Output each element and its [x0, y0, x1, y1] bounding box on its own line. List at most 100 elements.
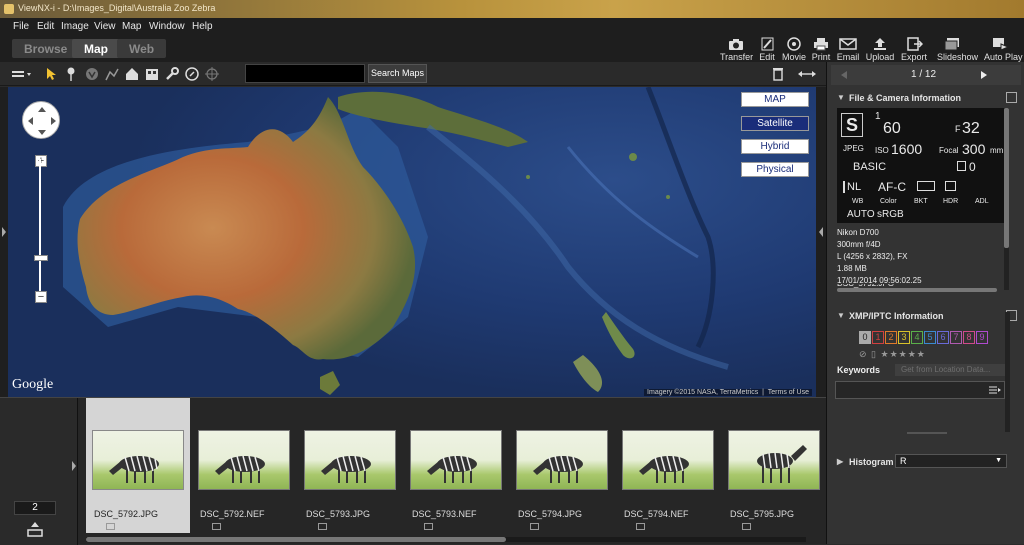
menu-edit[interactable]: Edit	[37, 21, 54, 32]
tab-web[interactable]: Web	[117, 39, 167, 58]
color-label-3[interactable]: 3	[898, 331, 910, 344]
get-from-location-button[interactable]: Get from Location Data...	[895, 364, 1007, 376]
home-tool[interactable]	[124, 66, 140, 82]
swap-panels-button[interactable]	[796, 66, 818, 82]
select-tool[interactable]	[43, 66, 59, 82]
color-label-4[interactable]: 4	[911, 331, 923, 344]
menu-file[interactable]: File	[13, 21, 29, 32]
panel-resize-grip[interactable]	[907, 432, 947, 434]
info-hscroll-thumb[interactable]	[837, 288, 997, 292]
keyword-list-icon[interactable]	[988, 384, 1002, 396]
info-scrollbar[interactable]	[1004, 108, 1009, 290]
menu-map[interactable]: Map	[122, 21, 141, 32]
camera-model: Nikon D700	[837, 228, 879, 237]
exposure-comp-icon	[957, 161, 966, 171]
shutter-denominator: 60	[883, 120, 901, 137]
transfer-button[interactable]: Transfer	[720, 37, 753, 62]
thumbnail-item[interactable]: DSC_5793.JPG	[298, 398, 402, 533]
pin-tool[interactable]	[63, 66, 79, 82]
location-tool[interactable]	[84, 66, 100, 82]
scrollbar-thumb[interactable]	[1004, 108, 1009, 248]
upload-button[interactable]: Upload	[864, 37, 896, 62]
xmp-iptc-header[interactable]: ▼ XMP/IPTC Information	[831, 307, 1021, 325]
panel-options-icon[interactable]	[1006, 92, 1017, 103]
map-type-map-button[interactable]: MAP	[741, 92, 809, 107]
track-tool[interactable]	[104, 66, 120, 82]
chevron-down-icon: ▼	[995, 457, 1002, 464]
pan-arrows-icon	[28, 107, 56, 135]
zebra-thumbnail	[410, 430, 502, 490]
tab-map[interactable]: Map	[72, 39, 120, 58]
building-tool[interactable]	[144, 66, 160, 82]
slideshow-button[interactable]: Slideshow	[937, 37, 978, 62]
title-bar: ViewNX-i - D:\Images_Digital\Australia Z…	[0, 0, 1024, 18]
map-view[interactable]: + − MAP Satellite Hybrid Physical Google…	[8, 87, 816, 397]
xmp-scrollbar[interactable]	[1005, 312, 1010, 432]
chevron-right-icon[interactable]	[70, 456, 78, 476]
map-search-input[interactable]	[245, 64, 365, 83]
menu-image[interactable]: Image	[61, 21, 89, 32]
map-type-physical-button[interactable]: Physical	[741, 162, 809, 177]
track-icon	[105, 68, 119, 81]
thumbnail-item[interactable]: DSC_5794.JPG	[510, 398, 614, 533]
thumbnail-item[interactable]: DSC_5793.NEF	[404, 398, 508, 533]
thumbnail-item[interactable]: DSC_5792.JPG	[86, 398, 190, 533]
color-label-6[interactable]: 6	[937, 331, 949, 344]
view-mode-dropdown[interactable]	[10, 66, 34, 82]
main-toolbar: Browse Map Web Transfer Edit Movie Print…	[0, 35, 1024, 62]
map-pan-control[interactable]	[22, 101, 60, 139]
zoom-slider-track[interactable]	[39, 159, 41, 295]
settings-tool[interactable]	[164, 66, 180, 82]
right-panel-toggle[interactable]	[816, 87, 826, 397]
map-type-satellite-button[interactable]: Satellite	[741, 116, 809, 131]
color-label-2[interactable]: 2	[885, 331, 897, 344]
color-label-0[interactable]: 0	[859, 331, 871, 344]
zebra-image	[533, 455, 583, 483]
menu-help[interactable]: Help	[192, 21, 213, 32]
thumbnail-item[interactable]: DSC_5795.JPG	[722, 398, 826, 533]
next-arrow-icon[interactable]	[979, 70, 989, 80]
previous-arrow-icon[interactable]	[839, 70, 849, 80]
delete-button[interactable]	[770, 66, 786, 82]
terms-of-use-link[interactable]: Terms of Use	[768, 389, 809, 396]
shutter-numerator: 1	[875, 111, 881, 122]
zebra-image	[427, 455, 477, 483]
left-panel-toggle[interactable]	[0, 87, 8, 397]
menu-view[interactable]: View	[94, 21, 116, 32]
menu-window[interactable]: Window	[149, 21, 185, 32]
location-icon	[86, 68, 98, 80]
color-label-8[interactable]: 8	[963, 331, 975, 344]
zoom-in-button[interactable]: +	[35, 155, 47, 167]
color-label-1[interactable]: 1	[872, 331, 884, 344]
color-label-9[interactable]: 9	[976, 331, 988, 344]
file-camera-info-header[interactable]: ▼ File & Camera Information	[831, 89, 1021, 107]
export-button[interactable]: Export	[898, 37, 930, 62]
thumbnail-item[interactable]: DSC_5792.NEF	[192, 398, 296, 533]
zoom-out-button[interactable]: −	[35, 291, 47, 303]
zoom-slider-handle[interactable]	[34, 255, 48, 261]
color-label-5[interactable]: 5	[924, 331, 936, 344]
google-logo: Google	[12, 377, 54, 392]
pencil-icon	[761, 37, 774, 51]
autoplay-button[interactable]: Auto Play	[984, 37, 1023, 62]
wb-mode: NL	[843, 181, 861, 193]
rating-stars[interactable]: ⊘ ▯ ★★★★★	[859, 349, 926, 360]
thumbnail-item[interactable]: DSC_5794.NEF	[616, 398, 720, 533]
scrollbar-thumb[interactable]	[86, 537, 506, 542]
filmstrip-scrollbar[interactable]	[86, 537, 806, 542]
file-type-icon	[106, 523, 115, 530]
compass-tool[interactable]	[184, 66, 200, 82]
tray-icon[interactable]	[25, 520, 45, 538]
menu-bar: File Edit Image View Map Window Help	[0, 18, 1024, 35]
aperture-prefix: F	[955, 124, 961, 134]
search-maps-button[interactable]: Search Maps	[368, 64, 427, 83]
histogram-channel-select[interactable]: R ▼	[895, 454, 1007, 468]
color-label-7[interactable]: 7	[950, 331, 962, 344]
zebra-thumbnail	[516, 430, 608, 490]
thumbnail-filename: DSC_5794.NEF	[624, 509, 689, 519]
email-button[interactable]: Email	[832, 37, 864, 62]
map-type-hybrid-button[interactable]: Hybrid	[741, 139, 809, 154]
crosshair-tool[interactable]	[204, 66, 220, 82]
keywords-input[interactable]	[835, 381, 1005, 399]
tab-browse[interactable]: Browse	[12, 39, 80, 58]
